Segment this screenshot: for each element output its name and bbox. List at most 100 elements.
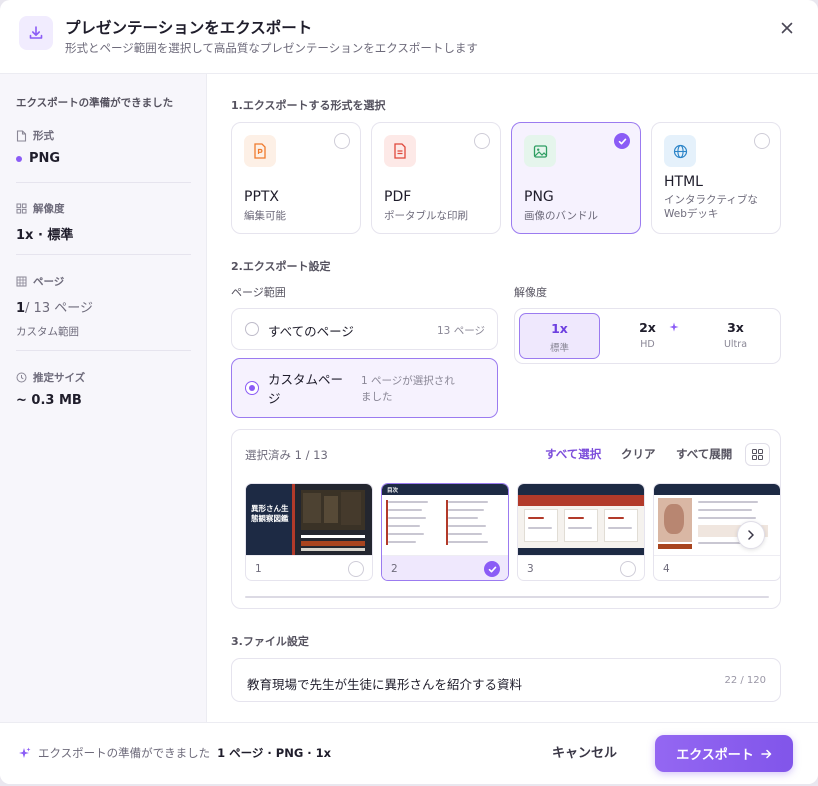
section-file-title: 3.ファイル設定 (231, 635, 309, 648)
globe-icon (664, 135, 696, 167)
resolution-3x[interactable]: 3x Ultra (695, 313, 776, 359)
range-all-pages[interactable]: すべてのページ 13 ページ (231, 308, 498, 350)
summary-resolution: 解像度 1x · 標準 (16, 201, 191, 243)
summary-format: 形式 PNG (16, 128, 191, 166)
file-name-value: 教育現場で先生が生徒に異形さんを紹介する資料 (247, 677, 523, 692)
slide-checkbox-checked[interactable] (484, 561, 500, 577)
export-button[interactable]: エクスポート (655, 735, 793, 772)
select-all-button[interactable]: すべて選択 (545, 446, 601, 462)
format-label: 形式 (33, 130, 54, 142)
format-value: PNG (29, 151, 61, 166)
slide-number: 3 (527, 563, 534, 575)
status-prefix: エクスポートの準備ができました (38, 746, 211, 760)
arrow-right-icon (761, 749, 772, 758)
size-label: 推定サイズ (33, 372, 86, 384)
cancel-button[interactable]: キャンセル (552, 742, 617, 761)
format-card-png[interactable]: PNG 画像のバンドル (511, 122, 641, 234)
summary-size: 推定サイズ ~ 0.3 MB (16, 370, 191, 408)
page-thumbnails: 選択済み 1 / 13 すべて選択 クリア すべて展開 異形さん生態観察図鑑 1… (231, 429, 781, 609)
resolution-title: 解像度 (514, 286, 547, 299)
clock-icon (16, 372, 27, 383)
export-dialog: プレゼンテーションをエクスポート 形式とページ範囲を選択して高品質なプレゼンテー… (0, 0, 818, 784)
chevron-right-icon (748, 530, 754, 540)
slide-header-text: 目次 (387, 488, 399, 494)
range-all-label: すべてのページ (268, 324, 354, 339)
format-desc: インタラクティブなWebデッキ (664, 194, 758, 221)
thumbnail-scrollbar[interactable] (245, 596, 769, 598)
close-button[interactable] (776, 17, 798, 39)
format-name: PNG (524, 189, 554, 205)
resolution-sub: HD (640, 339, 655, 350)
slide-number: 1 (255, 563, 262, 575)
download-icon (19, 16, 53, 50)
file-name-field[interactable]: 教育現場で先生が生徒に異形さんを紹介する資料 22 / 120 (231, 658, 781, 702)
format-radio[interactable] (754, 133, 770, 149)
sparkle-icon (669, 322, 679, 332)
format-radio[interactable] (474, 133, 490, 149)
next-thumbnails-button[interactable] (737, 521, 765, 549)
format-card-pptx[interactable]: PPTX 編集可能 (231, 122, 361, 234)
slide-preview: 異形さん生態観察図鑑 (246, 484, 372, 555)
format-name: HTML (664, 174, 703, 190)
grid-view-button[interactable] (745, 443, 770, 466)
resolution-selector: 1x 標準 2x HD 3x Ultra (514, 308, 781, 364)
expand-all-button[interactable]: すべて展開 (676, 446, 732, 462)
slide-thumbnail-3[interactable]: 3 (517, 483, 645, 581)
grid-small-icon (16, 203, 27, 214)
pages-label: ページ (33, 276, 65, 288)
dialog-subtitle: 形式とページ範囲を選択して高品質なプレゼンテーションをエクスポートします (65, 41, 478, 55)
file-icon (16, 129, 27, 142)
slide-number: 2 (391, 563, 398, 575)
file-name-char-count: 22 / 120 (724, 675, 766, 686)
resolution-value: 1x · 標準 (16, 228, 74, 243)
format-card-pdf[interactable]: PDF ポータブルな印刷 (371, 122, 501, 234)
export-button-label: エクスポート (676, 748, 754, 763)
pages-selected: 1 (16, 301, 26, 316)
summary-pages: ページ 1/ 13 ページ カスタム範囲 (16, 274, 191, 339)
dialog-footer: エクスポートの準備ができました 1 ページ · PNG · 1x キャンセル エ… (0, 722, 818, 784)
summary-sidebar: エクスポートの準備ができました 形式 PNG 解像度 1x · 標準 ページ 1… (0, 74, 207, 722)
radio-all-pages[interactable] (245, 322, 259, 336)
format-desc: 画像のバンドル (524, 210, 599, 222)
format-dot (16, 155, 22, 162)
check-icon (488, 566, 496, 572)
range-custom-meta: 1 ページが選択されました (361, 375, 455, 403)
resolution-2x[interactable]: 2x HD (607, 313, 688, 359)
format-card-html[interactable]: HTML インタラクティブなWebデッキ (651, 122, 781, 234)
resolution-1x[interactable]: 1x 標準 (519, 313, 600, 359)
divider (16, 254, 191, 255)
format-name: PPTX (244, 189, 280, 205)
size-value: ~ 0.3 MB (16, 393, 82, 408)
pages-icon (16, 276, 27, 287)
format-desc: ポータブルな印刷 (384, 210, 468, 222)
range-custom-label: カスタムページ (268, 372, 344, 406)
slide-checkbox[interactable] (620, 561, 636, 577)
grid-icon (752, 449, 763, 460)
section-settings-title: 2.エクスポート設定 (231, 260, 331, 273)
export-status: エクスポートの準備ができました 1 ページ · PNG · 1x (18, 745, 331, 761)
sparkle-icon (19, 747, 31, 758)
format-name: PDF (384, 189, 412, 205)
divider (16, 350, 191, 351)
clear-button[interactable]: クリア (621, 446, 656, 462)
format-radio[interactable] (334, 133, 350, 149)
slide-preview: 目次 (382, 484, 508, 555)
range-custom-pages[interactable]: カスタムページ 1 ページが選択されました (231, 358, 498, 418)
resolution-label: 解像度 (33, 203, 65, 215)
sidebar-heading: エクスポートの準備ができました (16, 97, 174, 109)
radio-custom-pages[interactable] (245, 381, 259, 395)
slide-preview (518, 484, 644, 555)
format-radio-checked[interactable] (614, 133, 630, 149)
export-settings: 1.エクスポートする形式を選択 PPTX 編集可能 PDF ポータブルな印刷 P… (208, 74, 818, 722)
resolution-value: 3x (727, 320, 744, 335)
status-detail: 1 ページ · PNG · 1x (217, 746, 332, 760)
slide-thumbnail-2[interactable]: 目次 2 (381, 483, 509, 581)
resolution-value: 1x (551, 321, 568, 336)
divider (16, 182, 191, 183)
dialog-title: プレゼンテーションをエクスポート (65, 19, 313, 37)
close-icon (781, 22, 793, 34)
slide-thumbnail-1[interactable]: 異形さん生態観察図鑑 1 (245, 483, 373, 581)
range-all-count: 13 ページ (437, 325, 485, 337)
slide-checkbox[interactable] (348, 561, 364, 577)
pages-mode: カスタム範囲 (16, 326, 79, 338)
